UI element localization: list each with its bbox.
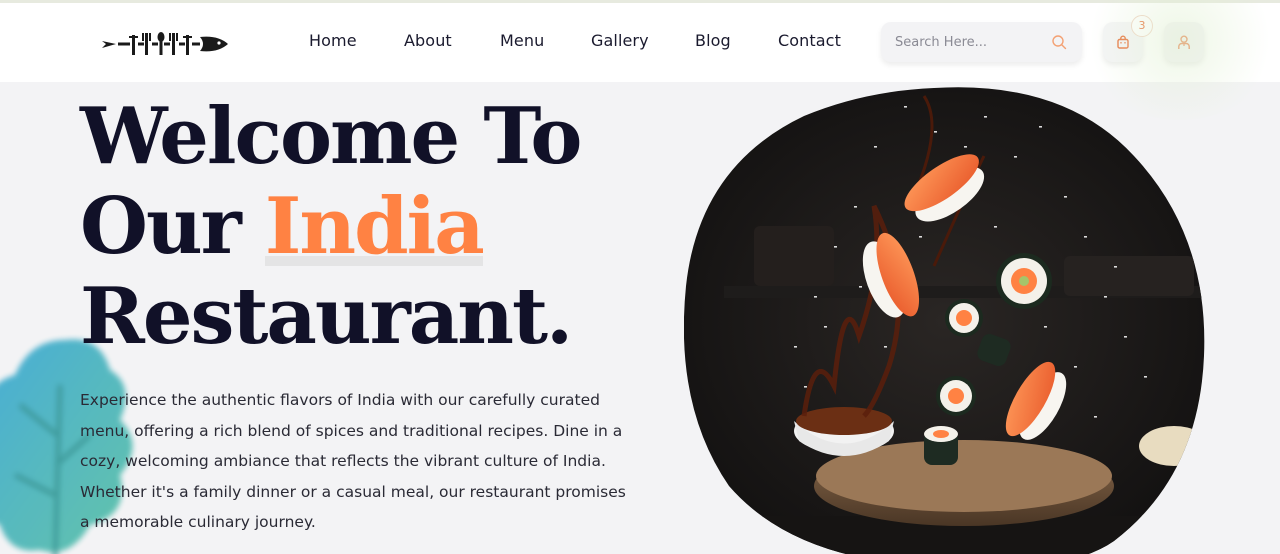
search-box <box>881 22 1082 62</box>
hero-title-highlight: India <box>264 181 485 272</box>
flying-sushi-image <box>684 87 1205 554</box>
site-header: Home About Menu Gallery Blog Contact 3 <box>0 3 1280 82</box>
user-icon <box>1178 34 1190 49</box>
fork-spoon-fish-logo <box>102 32 228 55</box>
nav-menu[interactable]: Menu <box>500 31 544 50</box>
hero-description: Experience the authentic flavors of Indi… <box>80 391 626 531</box>
site-logo[interactable] <box>102 27 232 61</box>
search-input[interactable] <box>895 22 1045 62</box>
nav-home[interactable]: Home <box>309 31 357 50</box>
cart-count-badge: 3 <box>1131 15 1153 37</box>
user-button[interactable] <box>1164 22 1204 62</box>
nav-gallery[interactable]: Gallery <box>591 31 649 50</box>
hero-title-line1: Welcome To <box>80 91 582 182</box>
shopping-bag-icon <box>1117 35 1129 49</box>
hero-title-line2-prefix: Our <box>80 181 265 272</box>
hero-title: Welcome To Our India Restaurant. <box>80 92 680 362</box>
nav-contact[interactable]: Contact <box>778 31 841 50</box>
search-icon[interactable] <box>1051 34 1067 50</box>
nav-blog[interactable]: Blog <box>695 31 731 50</box>
hero-title-line3: Restaurant. <box>80 271 573 362</box>
nav-about[interactable]: About <box>404 31 452 50</box>
